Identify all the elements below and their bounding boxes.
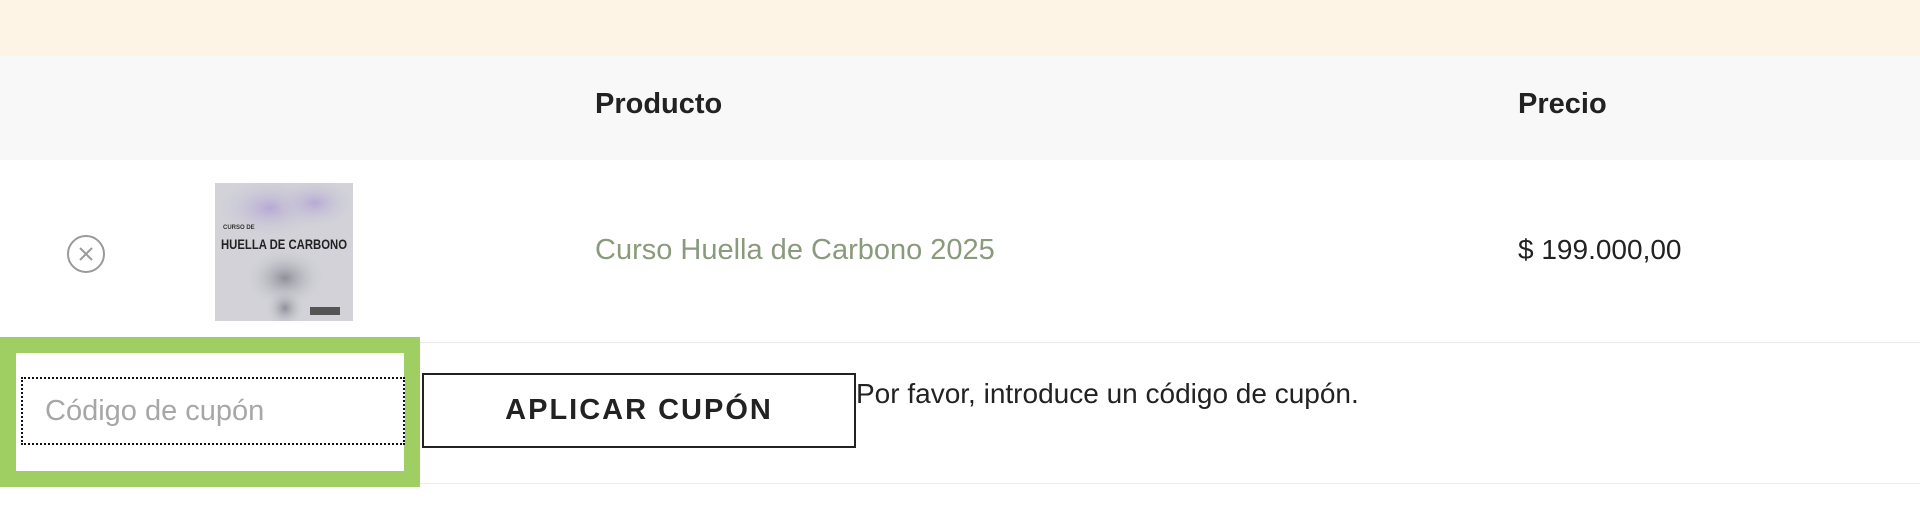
close-icon <box>79 247 93 261</box>
product-thumbnail[interactable]: CURSO DE HUELLA DE CARBONO <box>215 183 353 321</box>
remove-item-button[interactable] <box>67 235 105 273</box>
product-cover-image: CURSO DE HUELLA DE CARBONO <box>215 183 353 321</box>
product-name-link[interactable]: Curso Huella de Carbono 2025 <box>595 234 995 267</box>
cart-table-header: Producto Precio <box>0 56 1920 160</box>
coupon-code-input[interactable] <box>21 377 405 445</box>
cart-item-row: CURSO DE HUELLA DE CARBONO Curso Huella … <box>0 160 1920 343</box>
column-header-product: Producto <box>595 88 723 120</box>
thumbnail-line2: HUELLA DE CARBONO <box>221 236 347 252</box>
product-price: $ 199.000,00 <box>1518 234 1682 265</box>
apply-coupon-button[interactable]: APLICAR CUPÓN <box>422 373 856 448</box>
column-header-price: Precio <box>1518 88 1607 120</box>
thumbnail-line1: CURSO DE <box>223 225 255 231</box>
notice-bar <box>0 0 1920 56</box>
coupon-message: Por favor, introduce un código de cupón. <box>856 378 1359 409</box>
